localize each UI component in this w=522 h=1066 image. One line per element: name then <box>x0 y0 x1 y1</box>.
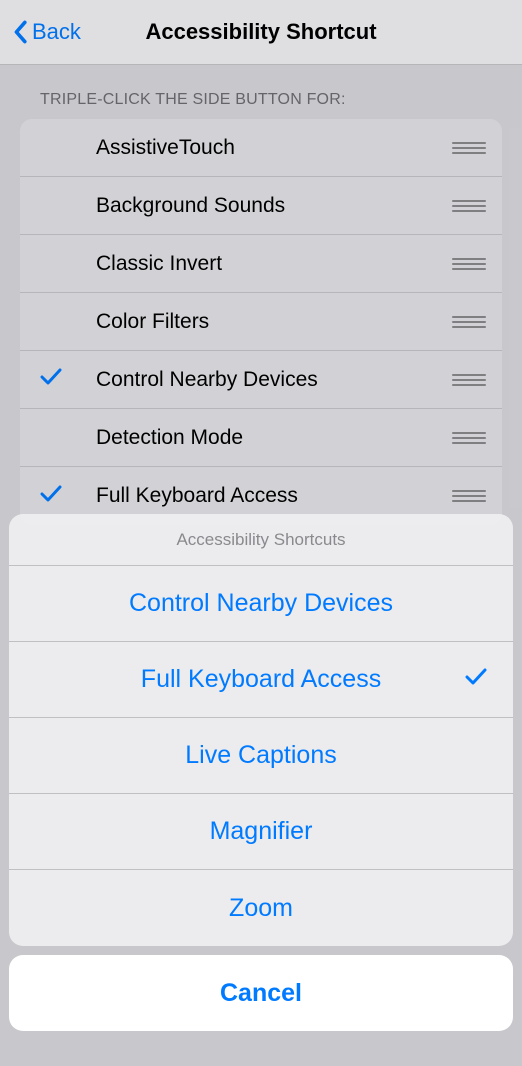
sheet-item[interactable]: Full Keyboard Access <box>9 642 513 718</box>
cancel-button[interactable]: Cancel <box>9 955 513 1031</box>
sheet-title: Accessibility Shortcuts <box>9 514 513 566</box>
action-sheet-panel: Accessibility Shortcuts Control Nearby D… <box>9 514 513 946</box>
sheet-item[interactable]: Zoom <box>9 870 513 946</box>
sheet-item[interactable]: Live Captions <box>9 718 513 794</box>
sheet-item-label: Zoom <box>229 894 293 923</box>
sheet-item[interactable]: Control Nearby Devices <box>9 566 513 642</box>
checkmark-icon <box>465 665 487 694</box>
sheet-item[interactable]: Magnifier <box>9 794 513 870</box>
sheet-item-label: Magnifier <box>210 817 313 846</box>
sheet-item-label: Live Captions <box>185 741 336 770</box>
action-sheet: Accessibility Shortcuts Control Nearby D… <box>9 514 513 1031</box>
sheet-item-label: Full Keyboard Access <box>141 665 381 694</box>
sheet-item-label: Control Nearby Devices <box>129 589 393 618</box>
